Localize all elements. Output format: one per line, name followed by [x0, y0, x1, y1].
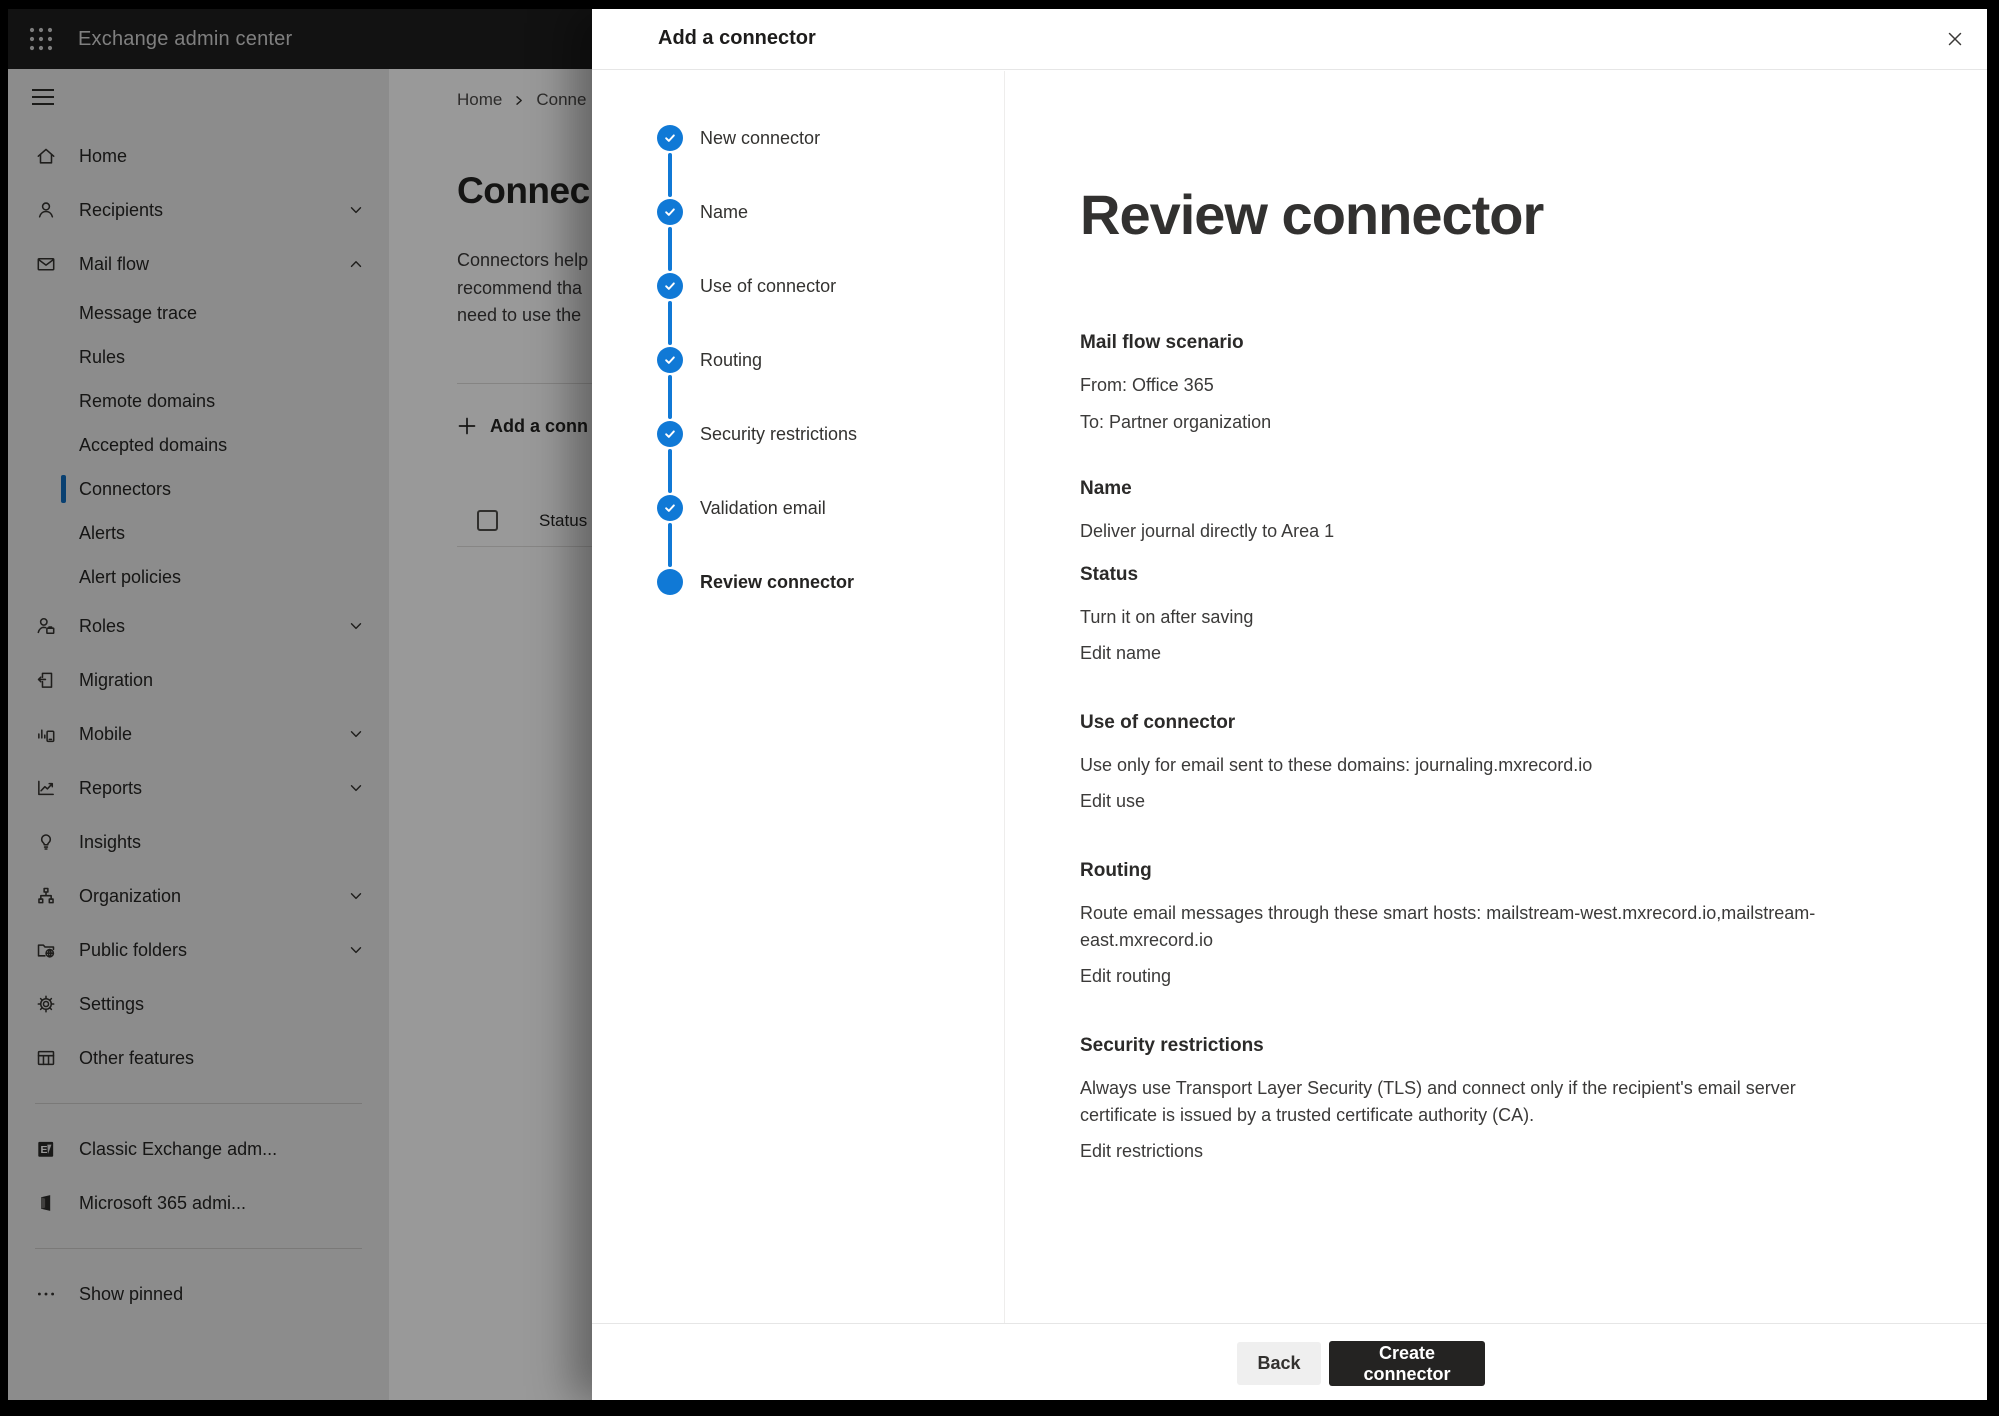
- section-heading-routing: Routing: [1080, 857, 1927, 884]
- mail-flow-to: To: Partner organization: [1080, 409, 1870, 436]
- step-use-of-connector[interactable]: Use of connector: [657, 249, 1004, 323]
- mail-flow-from: From: Office 365: [1080, 372, 1870, 399]
- edit-use-link[interactable]: Edit use: [1080, 788, 1145, 815]
- review-panel: Review connector Mail flow scenario From…: [1005, 71, 1987, 1323]
- review-title: Review connector: [1080, 183, 1927, 247]
- status-value: Turn it on after saving: [1080, 604, 1870, 631]
- security-restrictions-value: Always use Transport Layer Security (TLS…: [1080, 1075, 1870, 1129]
- edit-name-link[interactable]: Edit name: [1080, 640, 1161, 667]
- add-connector-dialog: Add a connector New connector Name Use o…: [592, 9, 1987, 1400]
- section-heading-mail-flow-scenario: Mail flow scenario: [1080, 329, 1927, 356]
- app-window: Exchange admin center Home Recipients Ma…: [8, 9, 1987, 1400]
- wizard-stepper: New connector Name Use of connector Rout…: [592, 71, 1005, 1323]
- step-complete-check-icon: [657, 347, 683, 373]
- edit-restrictions-link[interactable]: Edit restrictions: [1080, 1138, 1203, 1165]
- dialog-footer: Back Create connector: [592, 1323, 1987, 1400]
- dialog-header: Add a connector: [592, 9, 1987, 70]
- step-complete-check-icon: [657, 273, 683, 299]
- step-complete-check-icon: [657, 199, 683, 225]
- step-new-connector[interactable]: New connector: [657, 101, 1004, 175]
- back-button[interactable]: Back: [1237, 1342, 1321, 1385]
- close-icon: [1945, 29, 1965, 49]
- use-of-connector-value: Use only for email sent to these domains…: [1080, 752, 1870, 779]
- step-name[interactable]: Name: [657, 175, 1004, 249]
- step-current-dot-icon: [657, 569, 683, 595]
- connector-name-value: Deliver journal directly to Area 1: [1080, 518, 1870, 545]
- step-complete-check-icon: [657, 125, 683, 151]
- step-complete-check-icon: [657, 495, 683, 521]
- dialog-title: Add a connector: [658, 27, 816, 50]
- step-complete-check-icon: [657, 421, 683, 447]
- section-heading-security-restrictions: Security restrictions: [1080, 1032, 1927, 1059]
- close-button[interactable]: [1939, 23, 1971, 55]
- step-security-restrictions[interactable]: Security restrictions: [657, 397, 1004, 471]
- create-connector-button[interactable]: Create connector: [1329, 1341, 1485, 1386]
- edit-routing-link[interactable]: Edit routing: [1080, 963, 1171, 990]
- section-heading-name: Name: [1080, 475, 1927, 502]
- section-heading-use-of-connector: Use of connector: [1080, 709, 1927, 736]
- section-heading-status: Status: [1080, 561, 1927, 588]
- step-validation-email[interactable]: Validation email: [657, 471, 1004, 545]
- step-review-connector[interactable]: Review connector: [657, 545, 1004, 619]
- step-routing[interactable]: Routing: [657, 323, 1004, 397]
- routing-value: Route email messages through these smart…: [1080, 900, 1870, 954]
